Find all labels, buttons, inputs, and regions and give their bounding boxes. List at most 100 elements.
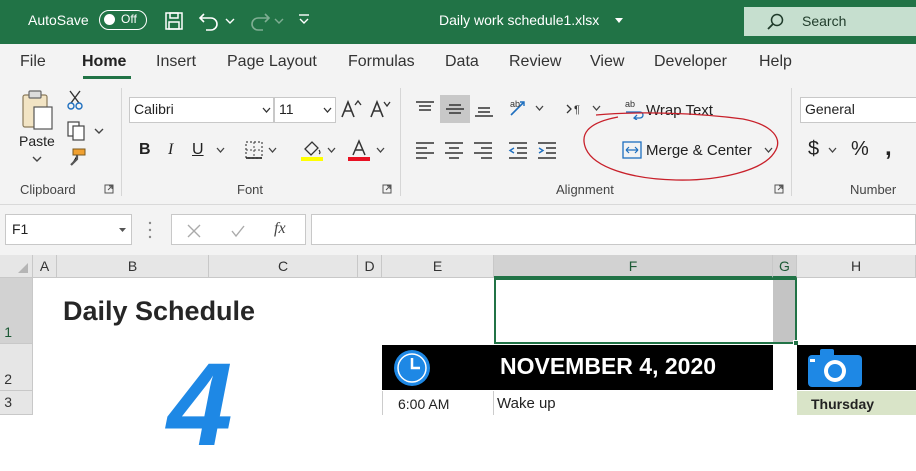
camera-icon [808, 349, 862, 387]
row-header-3[interactable]: 3 [0, 391, 33, 415]
middle-align-icon[interactable] [444, 100, 466, 118]
column-header-b[interactable]: B [57, 255, 209, 278]
row-header-1[interactable]: 1 [0, 278, 33, 344]
autosave-state: Off [121, 12, 137, 26]
bold-button[interactable]: B [139, 141, 151, 159]
row-header-2[interactable]: 2 [0, 344, 33, 391]
ribbon: Paste Clipboard Calibri 11 B I U Font ab [0, 80, 916, 205]
paste-button[interactable]: Paste [19, 133, 55, 149]
fill-color-icon[interactable] [300, 138, 324, 162]
camera-header-cell [797, 345, 916, 390]
selected-cell-fill [773, 280, 795, 342]
cut-icon[interactable] [66, 90, 84, 110]
column-header-f[interactable]: F [494, 255, 773, 278]
activity-cell[interactable]: Wake up [494, 391, 773, 415]
redo-icon[interactable] [247, 10, 271, 32]
enter-icon[interactable] [230, 223, 246, 239]
tab-view[interactable]: View [590, 53, 624, 71]
font-color-icon[interactable] [347, 138, 371, 162]
top-align-icon[interactable] [414, 100, 436, 118]
insert-function-button[interactable]: fx [274, 220, 286, 238]
column-header-g[interactable]: G [773, 255, 797, 278]
orientation-icon[interactable]: ab [508, 97, 532, 119]
font-name-select[interactable]: Calibri [129, 97, 274, 123]
align-right-icon[interactable] [472, 140, 494, 160]
ribbon-tabs: File Home Insert Page Layout Formulas Da… [0, 44, 916, 80]
bottom-align-icon[interactable] [473, 100, 495, 118]
copy-icon[interactable] [66, 120, 86, 142]
underline-button[interactable]: U [192, 141, 204, 159]
day-cell[interactable]: Thursday [797, 391, 916, 415]
column-header-c[interactable]: C [209, 255, 358, 278]
clipboard-launcher-icon[interactable] [104, 184, 114, 194]
column-header-h[interactable]: H [797, 255, 916, 278]
chevron-down-icon [262, 107, 271, 113]
number-format-select[interactable]: General [800, 97, 916, 123]
title-bar: AutoSave Off Daily work schedule1.xlsx S… [0, 0, 916, 44]
tab-formulas[interactable]: Formulas [348, 53, 415, 71]
comma-style-button[interactable]: , [885, 134, 892, 162]
day-text: Thursday [811, 396, 875, 412]
fill-color-dropdown-icon[interactable] [327, 147, 336, 154]
autosave-label: AutoSave [28, 12, 89, 28]
italic-button[interactable]: I [168, 141, 173, 159]
font-color-dropdown-icon[interactable] [376, 147, 385, 154]
align-left-icon[interactable] [414, 140, 436, 160]
increase-indent-icon[interactable] [536, 140, 558, 160]
name-box-dropdown-icon[interactable] [118, 227, 127, 234]
decrease-font-size-icon[interactable] [369, 99, 391, 119]
date-header-cell[interactable]: NOVEMBER 4, 2020 [494, 345, 773, 390]
borders-dropdown-icon[interactable] [268, 147, 277, 154]
tab-insert[interactable]: Insert [156, 53, 196, 71]
tab-review[interactable]: Review [509, 53, 561, 71]
title-dropdown-icon[interactable] [614, 17, 624, 25]
align-center-icon[interactable] [443, 140, 465, 160]
save-icon[interactable] [164, 11, 184, 31]
tab-help[interactable]: Help [759, 53, 792, 71]
font-size-select[interactable]: 11 [274, 97, 336, 123]
increase-font-size-icon[interactable] [340, 99, 362, 119]
ribbon-separator [400, 88, 401, 196]
column-header-a[interactable]: A [33, 255, 57, 278]
column-header-e[interactable]: E [382, 255, 494, 278]
tab-developer[interactable]: Developer [654, 53, 727, 71]
alignment-launcher-icon[interactable] [774, 184, 784, 194]
borders-icon[interactable] [244, 140, 264, 160]
paste-dropdown-icon[interactable] [32, 155, 42, 163]
column-header-d[interactable]: D [358, 255, 382, 278]
selected-cell[interactable] [494, 278, 797, 344]
formula-bar: F1 fx [0, 205, 916, 255]
decrease-indent-icon[interactable] [507, 140, 529, 160]
accounting-format-button[interactable]: $ [808, 138, 819, 161]
font-launcher-icon[interactable] [382, 184, 392, 194]
format-painter-icon[interactable] [66, 148, 86, 168]
orientation-dropdown-icon[interactable] [535, 105, 544, 112]
tab-home[interactable]: Home [82, 53, 126, 71]
autosave-toggle[interactable]: Off [99, 10, 147, 30]
copy-dropdown-icon[interactable] [94, 127, 104, 135]
accounting-dropdown-icon[interactable] [828, 147, 837, 154]
paste-icon[interactable] [20, 89, 56, 133]
row-number: 3 [4, 394, 12, 410]
name-box-value: F1 [12, 221, 29, 237]
font-name-value: Calibri [134, 101, 174, 117]
sheet-title[interactable]: Daily Schedule [63, 296, 255, 327]
font-group-label: Font [237, 182, 264, 197]
select-all-button[interactable] [0, 255, 33, 278]
activity-text: Wake up [497, 395, 556, 412]
redo-dropdown-icon[interactable] [274, 17, 284, 25]
percent-style-button[interactable]: % [851, 138, 869, 161]
formula-input[interactable] [311, 214, 916, 245]
tab-data[interactable]: Data [445, 53, 479, 71]
undo-dropdown-icon[interactable] [225, 17, 235, 25]
cancel-icon[interactable] [186, 223, 202, 239]
name-box[interactable]: F1 [5, 214, 132, 245]
search-box[interactable]: Search [744, 7, 916, 36]
tab-file[interactable]: File [20, 53, 46, 71]
tab-page-layout[interactable]: Page Layout [227, 53, 317, 71]
underline-dropdown-icon[interactable] [216, 147, 225, 154]
date-number: 4 [167, 339, 233, 471]
customize-toolbar-icon[interactable] [298, 13, 310, 27]
time-cell[interactable]: 6:00 AM [382, 391, 494, 415]
undo-icon[interactable] [198, 10, 222, 32]
